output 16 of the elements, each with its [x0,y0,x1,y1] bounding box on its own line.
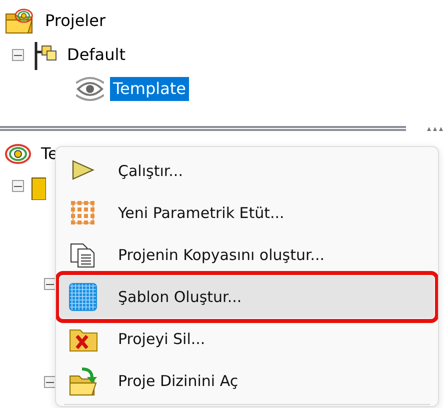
menu-item[interactable]: Projeyi Sil... [60,318,434,360]
menu-item[interactable]: Projenin Kopyasını oluştur... [60,234,434,276]
menu-item[interactable]: Çalıştır... [60,150,434,192]
expander-icon[interactable] [44,278,56,290]
tree-item-label[interactable]: Default [64,42,128,68]
tree-item-label[interactable]: Projeler [42,8,109,34]
expander-icon[interactable] [12,180,24,192]
grid-icon [68,282,98,312]
expander-icon[interactable] [44,376,56,388]
tree-item-label[interactable]: Template [110,76,190,102]
menu-item[interactable]: Proje Dizinini Aç [60,360,434,402]
splitter-grip-icon [426,125,444,131]
menu-item[interactable]: Yeni Parametrik Etüt... [60,192,434,234]
menu-item[interactable]: Şablon Oluştur... [60,276,434,318]
expander-icon[interactable] [12,49,24,61]
eye-icon [76,75,104,103]
